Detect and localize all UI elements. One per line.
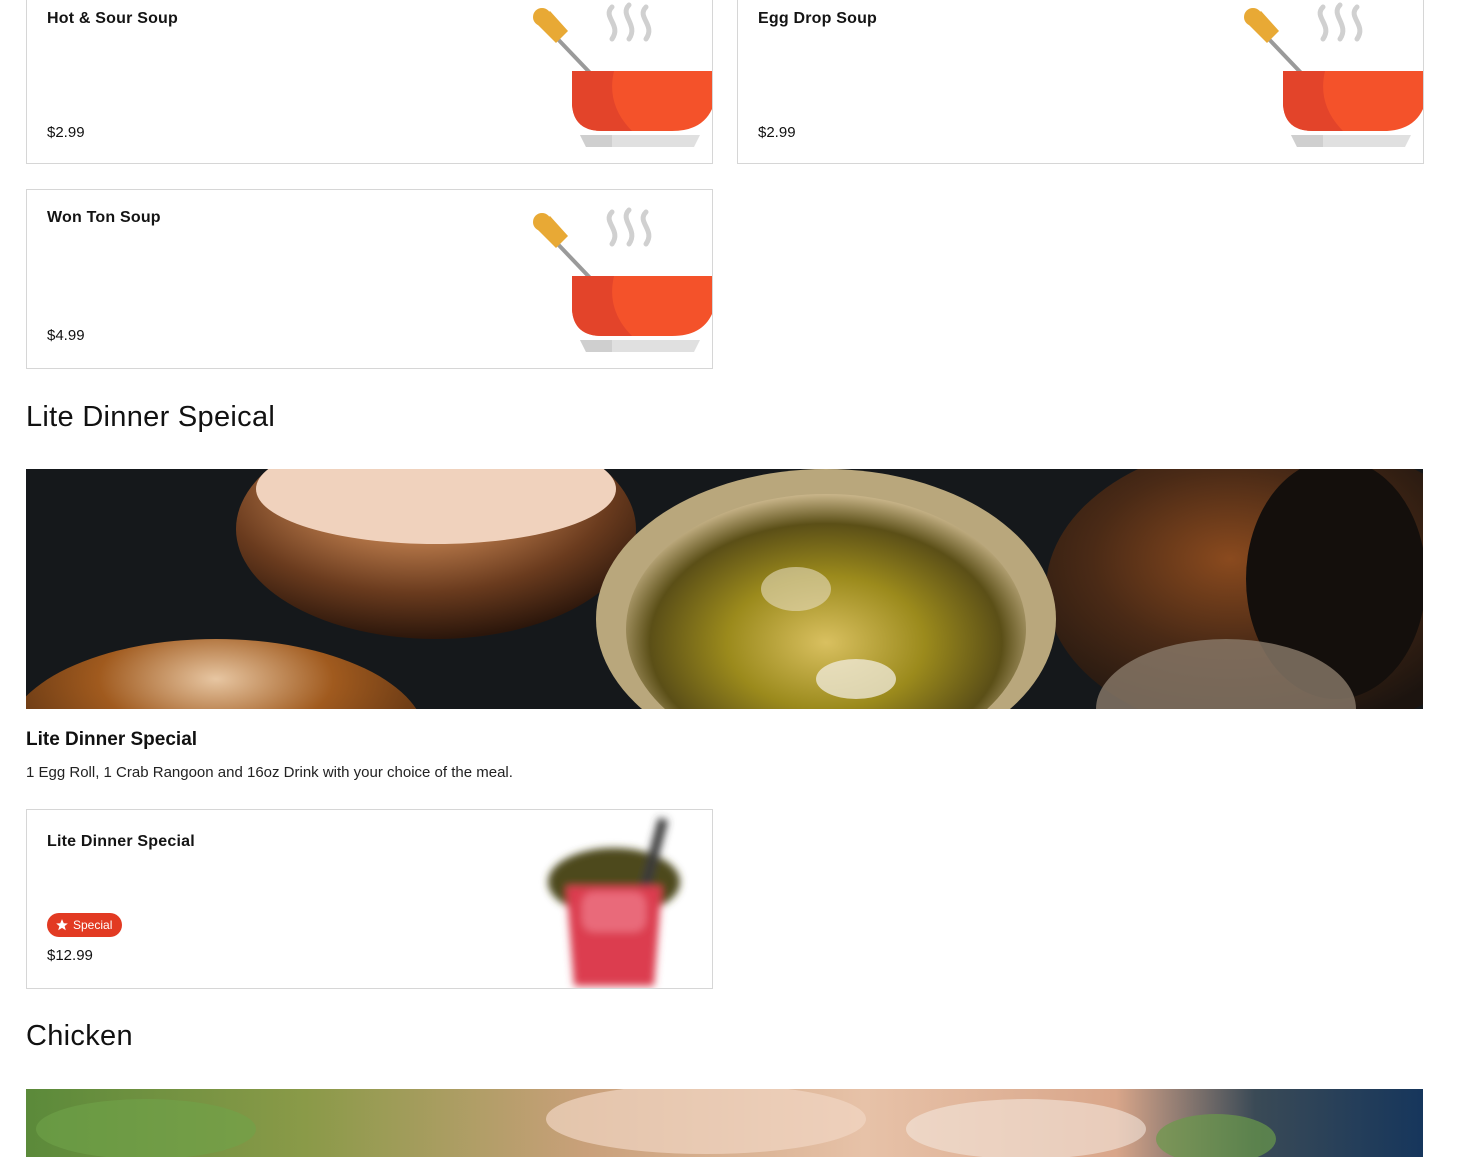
menu-item-card[interactable]: Won Ton Soup $4.99	[26, 189, 713, 369]
item-name: Egg Drop Soup	[758, 10, 878, 27]
item-price: $12.99	[47, 947, 93, 964]
section-description: 1 Egg Roll, 1 Crab Rangoon and 16oz Drin…	[26, 764, 513, 781]
item-name: Lite Dinner Special	[47, 833, 195, 850]
takeout-box-icon	[548, 817, 680, 986]
section-banner-image	[26, 469, 1423, 709]
section-title: Lite Dinner Speical	[26, 401, 276, 433]
section-title: Chicken	[26, 1020, 133, 1052]
menu-item-card[interactable]: Hot & Sour Soup $2.99	[26, 0, 713, 164]
item-price: $4.99	[47, 327, 85, 344]
star-icon	[56, 919, 68, 931]
special-badge: Special	[47, 913, 123, 937]
item-name: Hot & Sour Soup	[47, 10, 178, 27]
soup-bowl-icon	[533, 207, 712, 352]
soup-bowl-icon	[1244, 2, 1423, 147]
item-price: $2.99	[758, 124, 796, 141]
badge-label: Special	[73, 918, 113, 932]
item-price: $2.99	[47, 124, 85, 141]
item-name: Won Ton Soup	[47, 209, 161, 226]
menu-item-card[interactable]: Egg Drop Soup $2.99	[737, 0, 1424, 164]
menu-item-card[interactable]: Lite Dinner Special Special $12.99	[26, 809, 713, 989]
section-banner-image	[26, 1089, 1423, 1157]
section-subtitle: Lite Dinner Special	[26, 729, 198, 750]
soup-bowl-icon	[533, 2, 712, 147]
